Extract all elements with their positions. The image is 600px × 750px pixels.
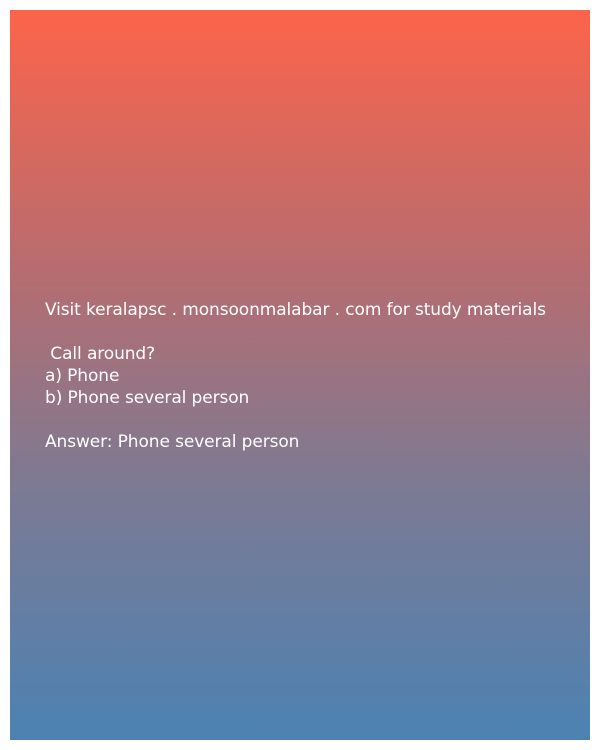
question-text: Call around? [45,344,156,364]
site-promo-text: Visit keralapsc . monsoonmalabar . com f… [45,300,546,320]
quiz-card: Visit keralapsc . monsoonmalabar . com f… [10,10,590,740]
option-a: a) Phone [45,366,120,386]
option-b: b) Phone several person [45,388,250,408]
answer-text: Answer: Phone several person [45,432,300,452]
quiz-content: Visit keralapsc . monsoonmalabar . com f… [45,299,585,453]
